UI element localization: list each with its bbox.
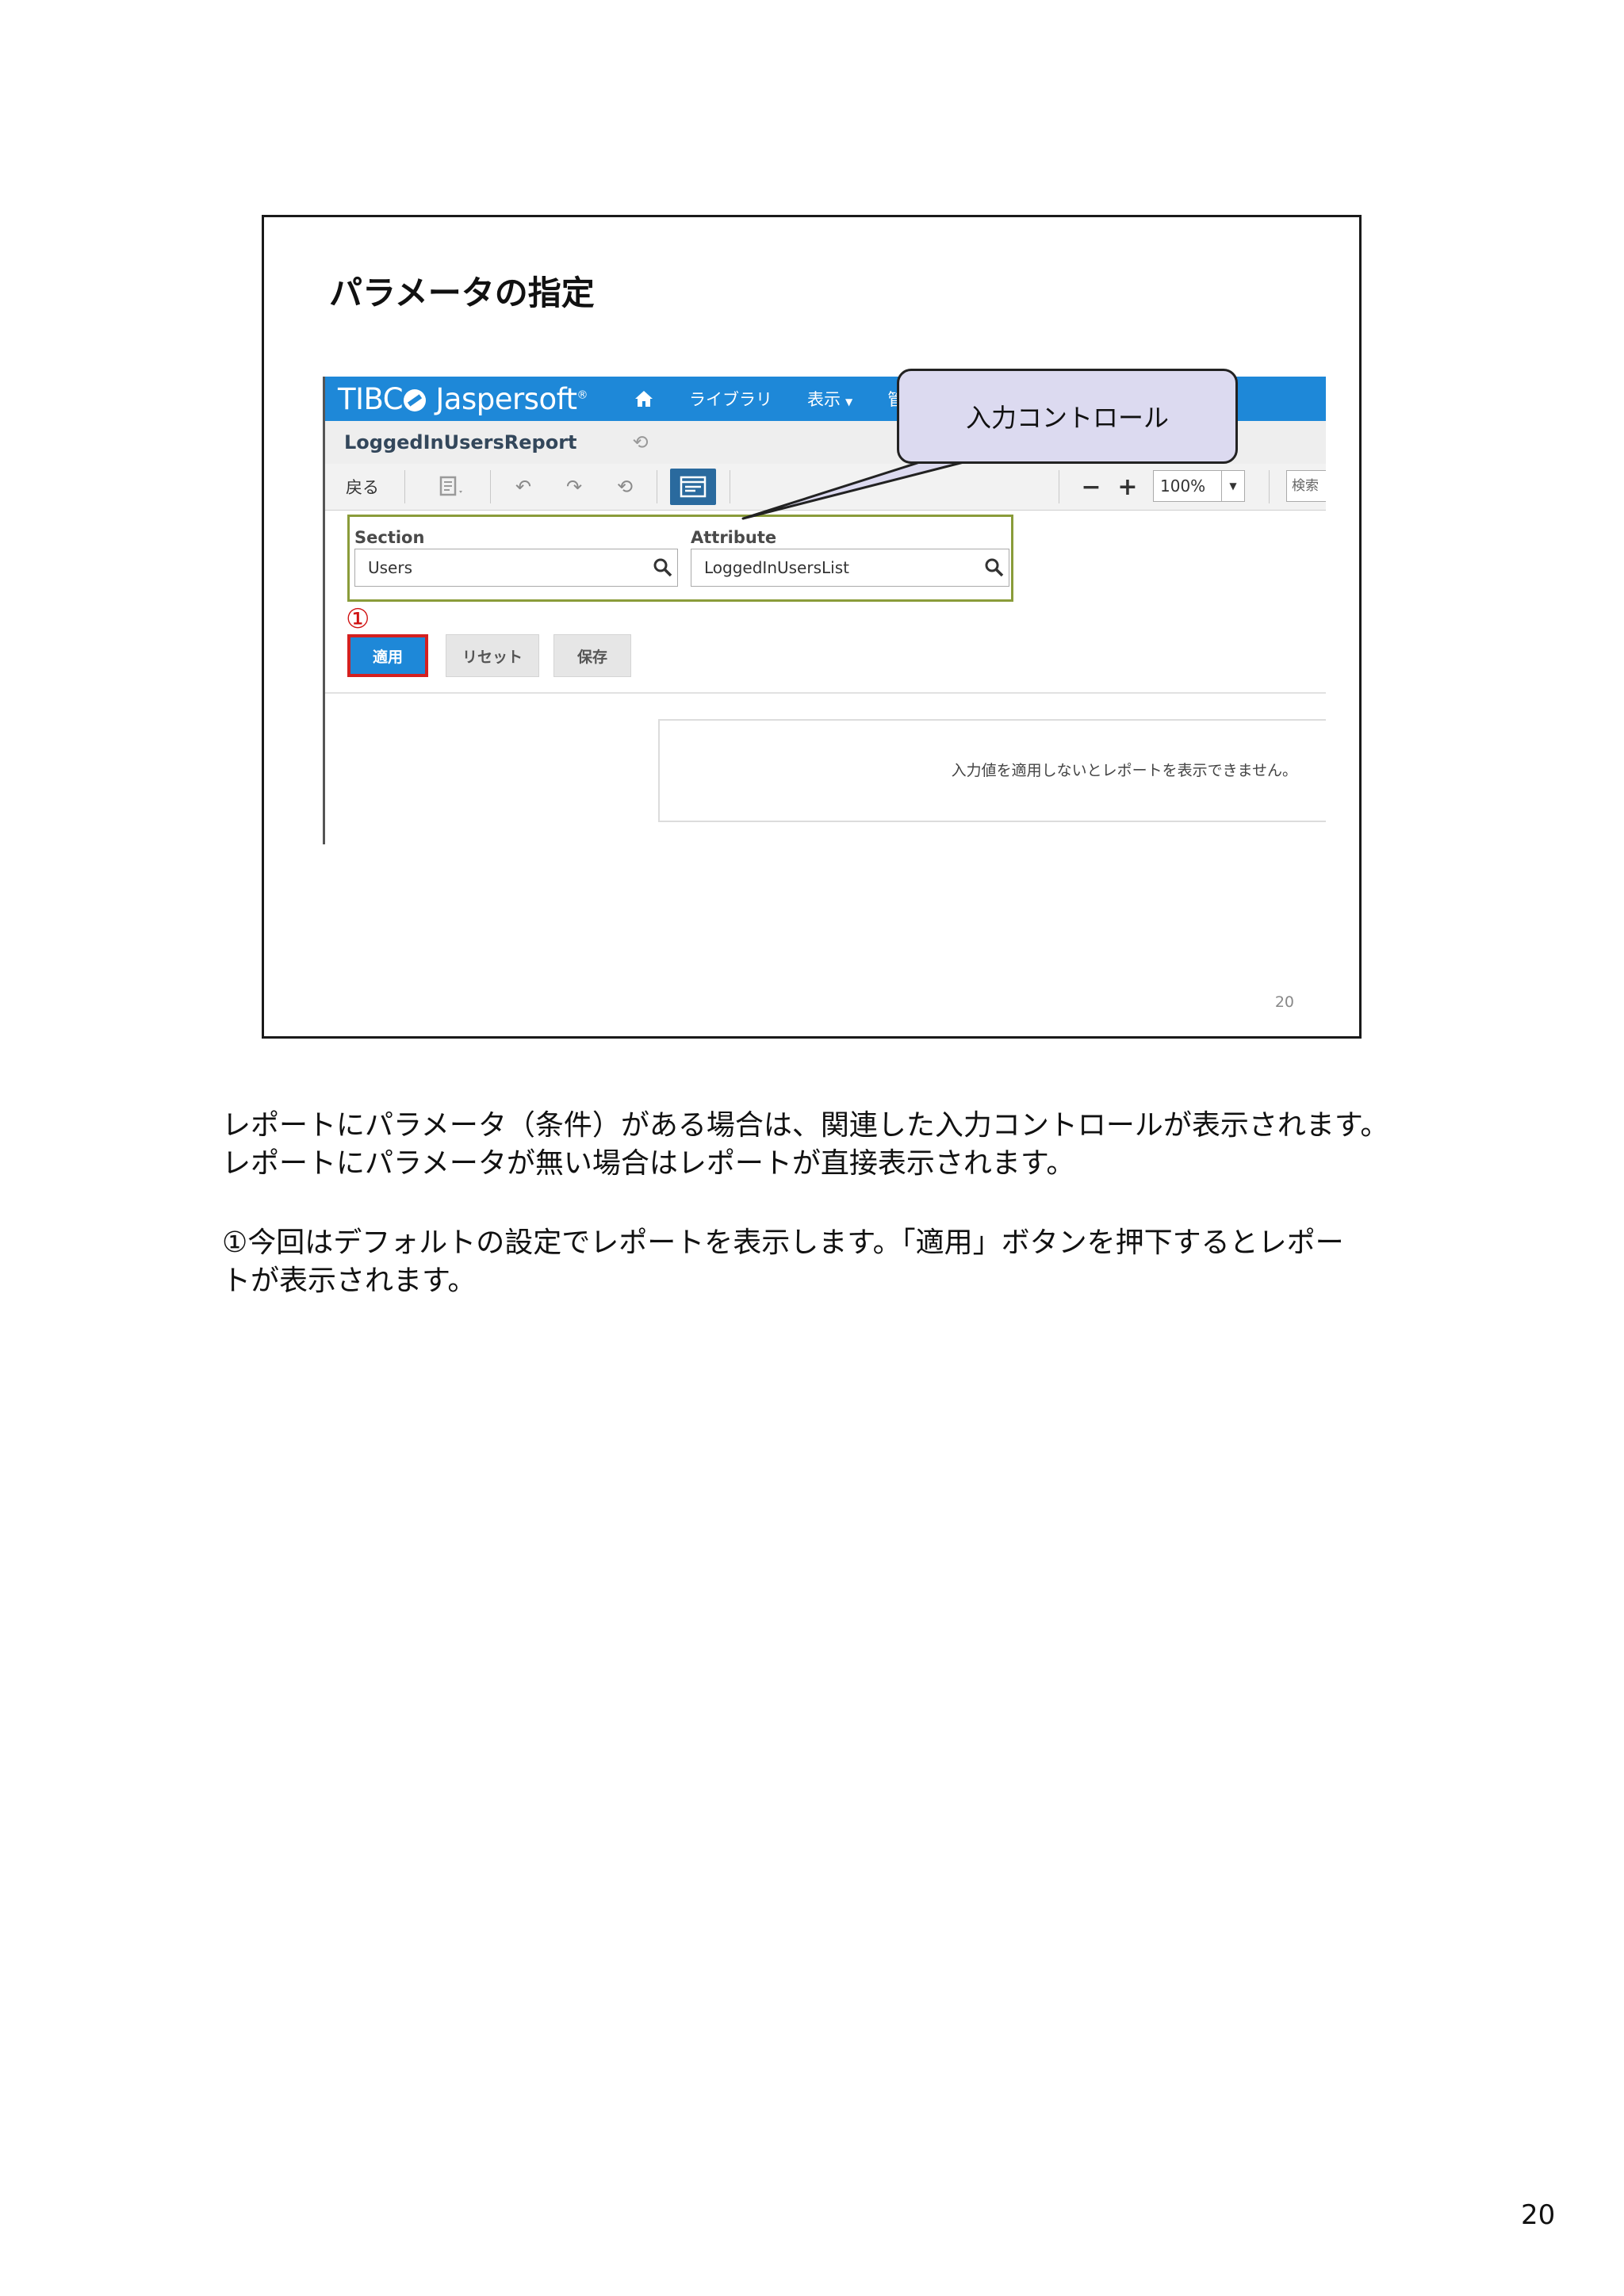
section-field[interactable]: Users [354,549,678,587]
brand-mark: ® [576,388,588,402]
zoom-select[interactable]: 100% ▼ [1153,470,1245,502]
attribute-field[interactable]: LoggedInUsersList [691,549,1009,587]
back-button[interactable]: 戻る [346,464,379,510]
section-value: Users [368,558,413,577]
nav-view-label: 表示 [806,390,841,409]
toolbar-divider [404,470,405,503]
caret-down-icon: ▼ [845,396,853,408]
attribute-value: LoggedInUsersList [704,558,849,577]
undo-icon[interactable]: ↶ [506,464,541,510]
zoom-in-icon[interactable]: + [1113,464,1142,510]
search-icon[interactable] [980,557,1009,578]
content-divider [325,692,1326,694]
chevron-down-icon: ▼ [1221,471,1244,501]
zoom-value: 100% [1160,476,1206,496]
report-message-panel: 入力値を適用しないとレポートを表示できません。 [658,719,1326,822]
report-toolbar: 戻る ↶ ↷ ⟲ − + 100% ▼ 検索 [325,464,1326,511]
attribute-label: Attribute [691,528,777,547]
input-controls-callout: 入力コントロール [897,369,1238,464]
zoom-out-icon[interactable]: − [1077,464,1105,510]
undo-all-icon[interactable]: ⟲ [607,464,642,510]
slide-number: 20 [1274,993,1294,1011]
report-name: LoggedInUsersReport [344,431,577,453]
body-para2-line1: ①今回はデフォルトの設定でレポートを表示します。「適用」ボタンを押下するとレポー [222,1226,1344,1259]
body-para1-line1: レポートにパラメータ（条件）がある場合は、関連した入力コントロールが表示されます… [222,1109,1389,1142]
toolbar-divider [490,470,491,503]
input-controls-toggle-icon[interactable] [670,469,716,505]
body-para1-line2: レポートにパラメータが無い場合はレポートが直接表示されます。 [222,1147,1075,1180]
input-controls-panel: Section Users Attribute LoggedInUsersLis… [347,515,1013,602]
nav-view[interactable]: 表示 ▼ [807,387,852,411]
brand-logo[interactable]: TIBC Jaspersoft® [338,382,588,416]
reset-button[interactable]: リセット [446,634,539,677]
brand-o-icon [404,388,427,411]
apply-button[interactable]: 適用 [347,634,428,677]
search-input[interactable]: 検索 [1286,470,1326,502]
callout-text: 入力コントロール [965,403,1169,433]
home-icon[interactable] [634,389,654,408]
toolbar-divider [1269,470,1270,503]
slide-frame: パラメータの指定 TIBC Jaspersoft® ライブラリ 表示▼ 管理▼ … [262,215,1362,1039]
report-message: 入力値を適用しないとレポートを表示できません。 [951,762,1297,779]
page-number: 20 [1521,2199,1556,2231]
brand-text-rest: Jaspersoft [427,381,577,416]
export-icon[interactable] [428,464,476,510]
body-para2-line2: トが表示されます。 [222,1265,477,1297]
brand-text: TIBC [338,381,404,416]
refresh-icon[interactable]: ⟲ [633,431,649,453]
slide-title: パラメータの指定 [329,274,595,312]
save-button[interactable]: 保存 [553,634,631,677]
section-label: Section [354,528,425,547]
search-icon[interactable] [649,557,677,578]
step-marker: ① [346,603,370,635]
redo-icon[interactable]: ↷ [557,464,592,510]
nav-library[interactable]: ライブラリ [689,387,772,411]
